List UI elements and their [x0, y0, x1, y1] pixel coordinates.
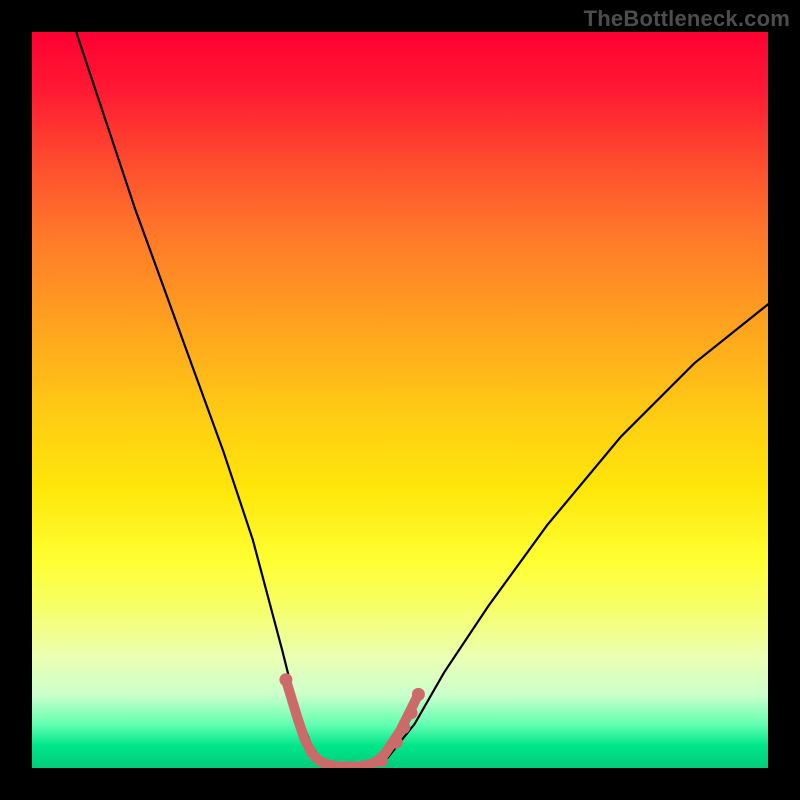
optimal-zone-marker	[286, 680, 419, 767]
bottleneck-curve	[76, 32, 768, 768]
marker-dot	[279, 673, 292, 686]
plot-area	[32, 32, 768, 768]
watermark-text: TheBottleneck.com	[584, 6, 790, 32]
marker-dot	[405, 706, 418, 719]
chart-frame: TheBottleneck.com	[0, 0, 800, 800]
marker-dot	[390, 736, 403, 749]
curve-layer	[32, 32, 768, 768]
marker-dot	[412, 688, 425, 701]
marker-dot	[397, 721, 410, 734]
marker-dot	[375, 754, 388, 767]
